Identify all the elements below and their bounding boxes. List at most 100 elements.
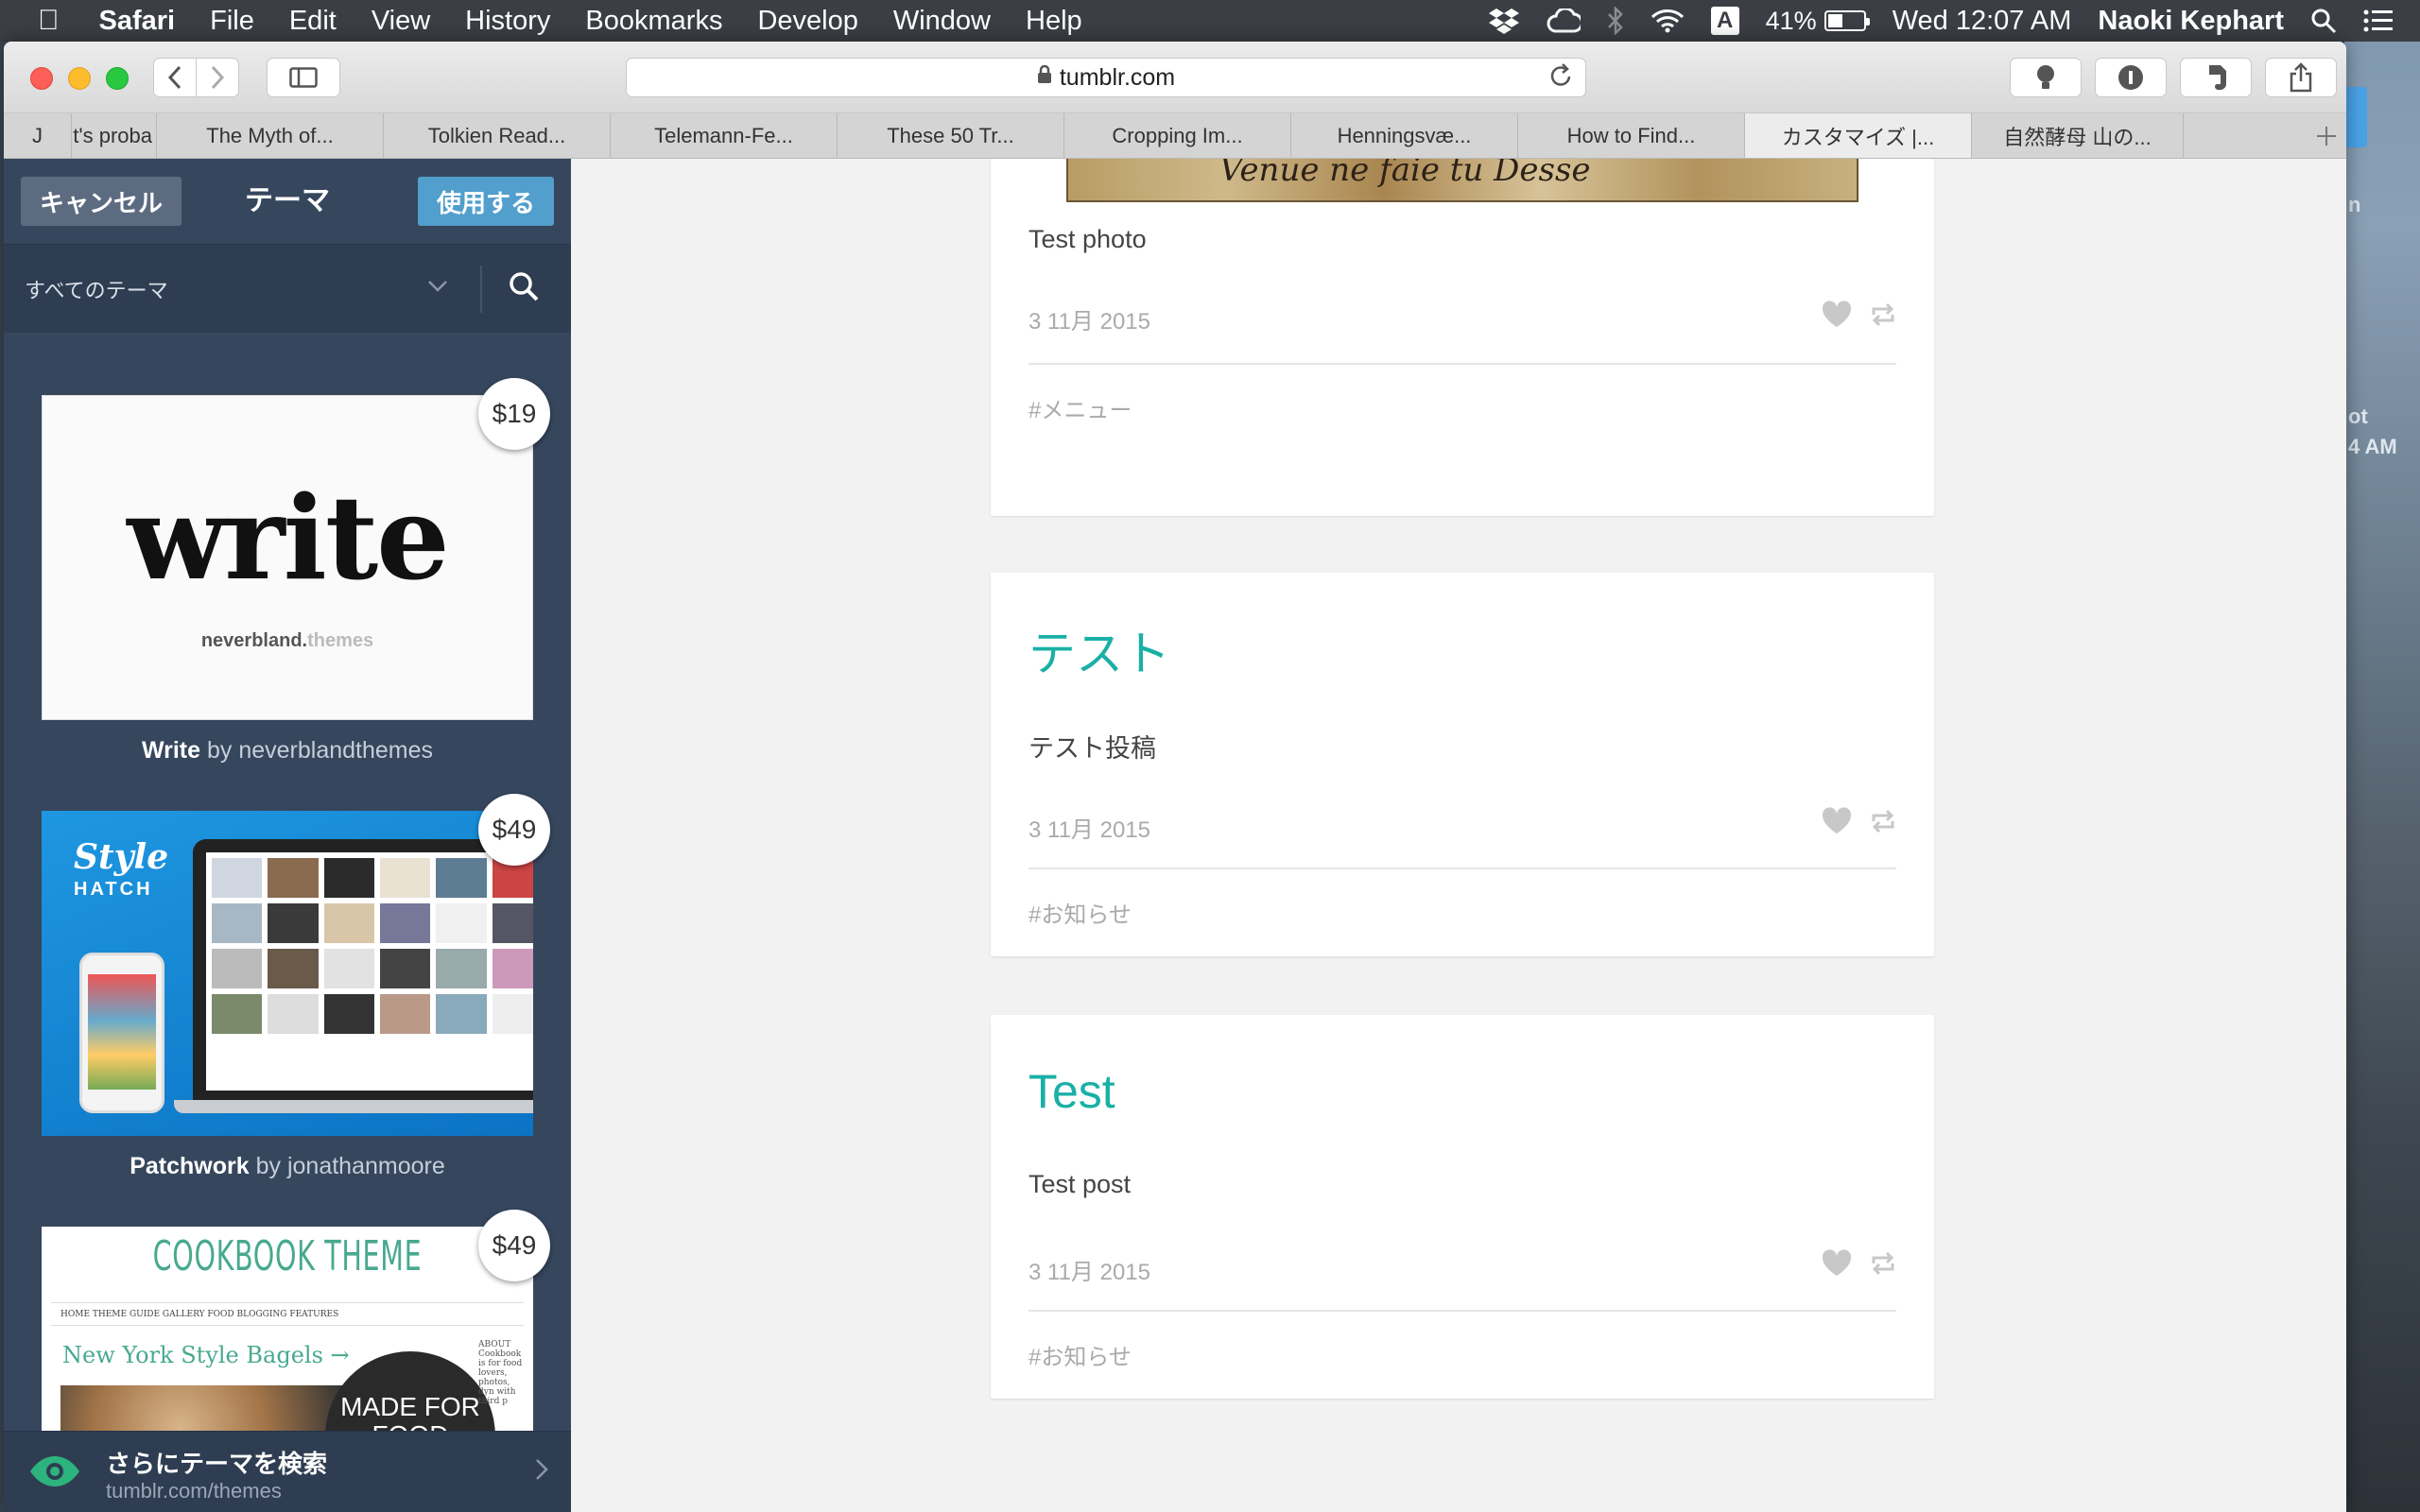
apple-menu-icon[interactable]:  — [38, 5, 60, 37]
dropbox-icon[interactable] — [1488, 7, 1520, 35]
menu-history[interactable]: History — [465, 6, 550, 37]
post-photo: Venue ne faie tu Desse Test photo 3 11月 … — [991, 159, 1934, 516]
menu-view[interactable]: View — [372, 6, 430, 37]
tab-label: These 50 Tr... — [887, 123, 1014, 147]
post-body: Test photo — [1028, 225, 1147, 253]
thumbnail-tile — [323, 949, 374, 988]
thumbnail-tile — [436, 858, 487, 898]
post-tag[interactable]: #お知らせ — [1028, 1338, 1132, 1371]
tab[interactable]: J — [4, 113, 72, 158]
post-title[interactable]: テスト — [1028, 616, 1170, 684]
laptop-mockup — [193, 839, 533, 1104]
heart-icon[interactable] — [1821, 807, 1853, 840]
spotlight-search-icon[interactable] — [2310, 8, 2337, 34]
tab[interactable]: Telemann-Fe... — [611, 113, 838, 158]
post-tag[interactable]: #お知らせ — [1028, 896, 1132, 929]
theme-card-patchwork[interactable]: Style HATCH $49 Patchwork by jonathanmoor… — [42, 794, 550, 1180]
thumbnail-tile — [436, 949, 487, 988]
theme-caption: Write by neverblandthemes — [141, 737, 434, 764]
post-date[interactable]: 3 11月 2015 — [1028, 1253, 1150, 1286]
forward-button[interactable] — [196, 58, 239, 97]
input-source-icon[interactable]: A — [1710, 7, 1739, 35]
desktop-window-edge — [2344, 87, 2367, 147]
thumbnail-tile — [268, 949, 319, 988]
post-divider — [1028, 363, 1896, 365]
reload-icon[interactable] — [1549, 62, 1574, 95]
tab[interactable]: The Myth of... — [157, 113, 384, 158]
post-actions — [1821, 1249, 1898, 1282]
tab-label: カスタマイズ |... — [1781, 125, 1935, 149]
creative-cloud-icon[interactable] — [1547, 9, 1581, 33]
user-name[interactable]: Naoki Kephart — [2098, 6, 2284, 37]
tab-label: Telemann-Fe... — [654, 123, 793, 147]
address-bar[interactable]: tumblr.com — [626, 58, 1586, 97]
password-icon — [2118, 65, 2143, 90]
menu-app-safari[interactable]: Safari — [99, 6, 176, 37]
thumbnail-tile — [212, 949, 263, 988]
thumbnail-tile — [323, 858, 374, 898]
clock[interactable]: Wed 12:07 AM — [1893, 6, 2072, 37]
theme-thumbnail[interactable]: Style HATCH — [42, 811, 533, 1136]
wifi-icon[interactable] — [1651, 9, 1685, 33]
extension-lightbulb-button[interactable] — [2010, 58, 2082, 97]
extension-evernote-button[interactable] — [2180, 58, 2252, 97]
close-window-button[interactable] — [30, 67, 53, 90]
heart-icon[interactable] — [1821, 1249, 1853, 1282]
bluetooth-icon[interactable] — [1607, 7, 1624, 35]
theme-thumbnail[interactable]: write neverbland.themes — [42, 395, 533, 720]
tab[interactable]: Tolkien Read... — [384, 113, 611, 158]
post-date[interactable]: 3 11月 2015 — [1028, 811, 1150, 844]
back-button[interactable] — [153, 58, 197, 97]
battery-percent: 41% — [1765, 6, 1817, 35]
tab-label: It's proba — [72, 123, 152, 147]
price-badge: $19 — [478, 378, 550, 450]
theme-card-write[interactable]: write neverbland.themes $19 Write by nev… — [42, 378, 550, 765]
sidebar-toggle-button[interactable] — [267, 58, 340, 97]
phone-mockup — [79, 953, 164, 1113]
tab-active[interactable]: カスタマイズ |... — [1745, 113, 1972, 158]
theme-filter-select[interactable]: すべてのテーマ — [25, 267, 459, 311]
reblog-icon[interactable] — [1868, 808, 1898, 839]
post-divider — [1028, 868, 1896, 869]
menu-file[interactable]: File — [210, 6, 254, 37]
menu-bar:  Safari File Edit View History Bookmark… — [0, 0, 2420, 42]
chevron-right-icon — [211, 65, 225, 90]
tab[interactable]: Cropping Im... — [1064, 113, 1291, 158]
tab-label: Tolkien Read... — [427, 123, 566, 147]
reblog-icon[interactable] — [1868, 301, 1898, 333]
menu-edit[interactable]: Edit — [289, 6, 337, 37]
search-icon[interactable] — [509, 271, 539, 306]
chevron-down-icon[interactable] — [427, 273, 448, 300]
extension-1password-button[interactable] — [2095, 58, 2167, 97]
reblog-icon[interactable] — [1868, 1250, 1898, 1281]
menu-develop[interactable]: Develop — [757, 6, 857, 37]
menu-bookmarks[interactable]: Bookmarks — [585, 6, 722, 37]
share-button[interactable] — [2265, 58, 2337, 97]
post-title[interactable]: Test — [1028, 1064, 1115, 1119]
heart-icon[interactable] — [1821, 301, 1853, 334]
thumbnail-tile — [268, 858, 319, 898]
zoom-window-button[interactable] — [106, 67, 129, 90]
post-date[interactable]: 3 11月 2015 — [1028, 302, 1150, 335]
tab[interactable]: These 50 Tr... — [838, 113, 1064, 158]
more-themes-link[interactable]: さらにテーマを検索 tumblr.com/themes — [4, 1431, 571, 1512]
tab[interactable]: 自然酵母 山の... — [1972, 113, 2184, 158]
thumbnail-tile — [492, 994, 533, 1034]
laptop-base — [174, 1100, 533, 1113]
tab[interactable]: It's proba — [72, 113, 157, 158]
blog-preview: Venue ne faie tu Desse Test photo 3 11月 … — [571, 159, 2346, 1512]
post-tag[interactable]: #メニュー — [1028, 391, 1132, 424]
menu-window[interactable]: Window — [893, 6, 991, 37]
use-theme-button[interactable]: 使用する — [418, 177, 554, 226]
new-tab-button[interactable] — [2307, 113, 2346, 158]
theme-name: Patchwork — [130, 1153, 250, 1179]
thumbnail-tile — [268, 903, 319, 943]
lock-icon — [1037, 64, 1052, 90]
notification-center-icon[interactable] — [2363, 9, 2394, 32]
menu-help[interactable]: Help — [1026, 6, 1082, 37]
thumbnail-tile — [379, 949, 431, 988]
tab[interactable]: Henningsvæ... — [1291, 113, 1518, 158]
tab[interactable]: How to Find... — [1518, 113, 1745, 158]
minimize-window-button[interactable] — [68, 67, 91, 90]
battery-status[interactable]: 41% — [1765, 6, 1870, 36]
